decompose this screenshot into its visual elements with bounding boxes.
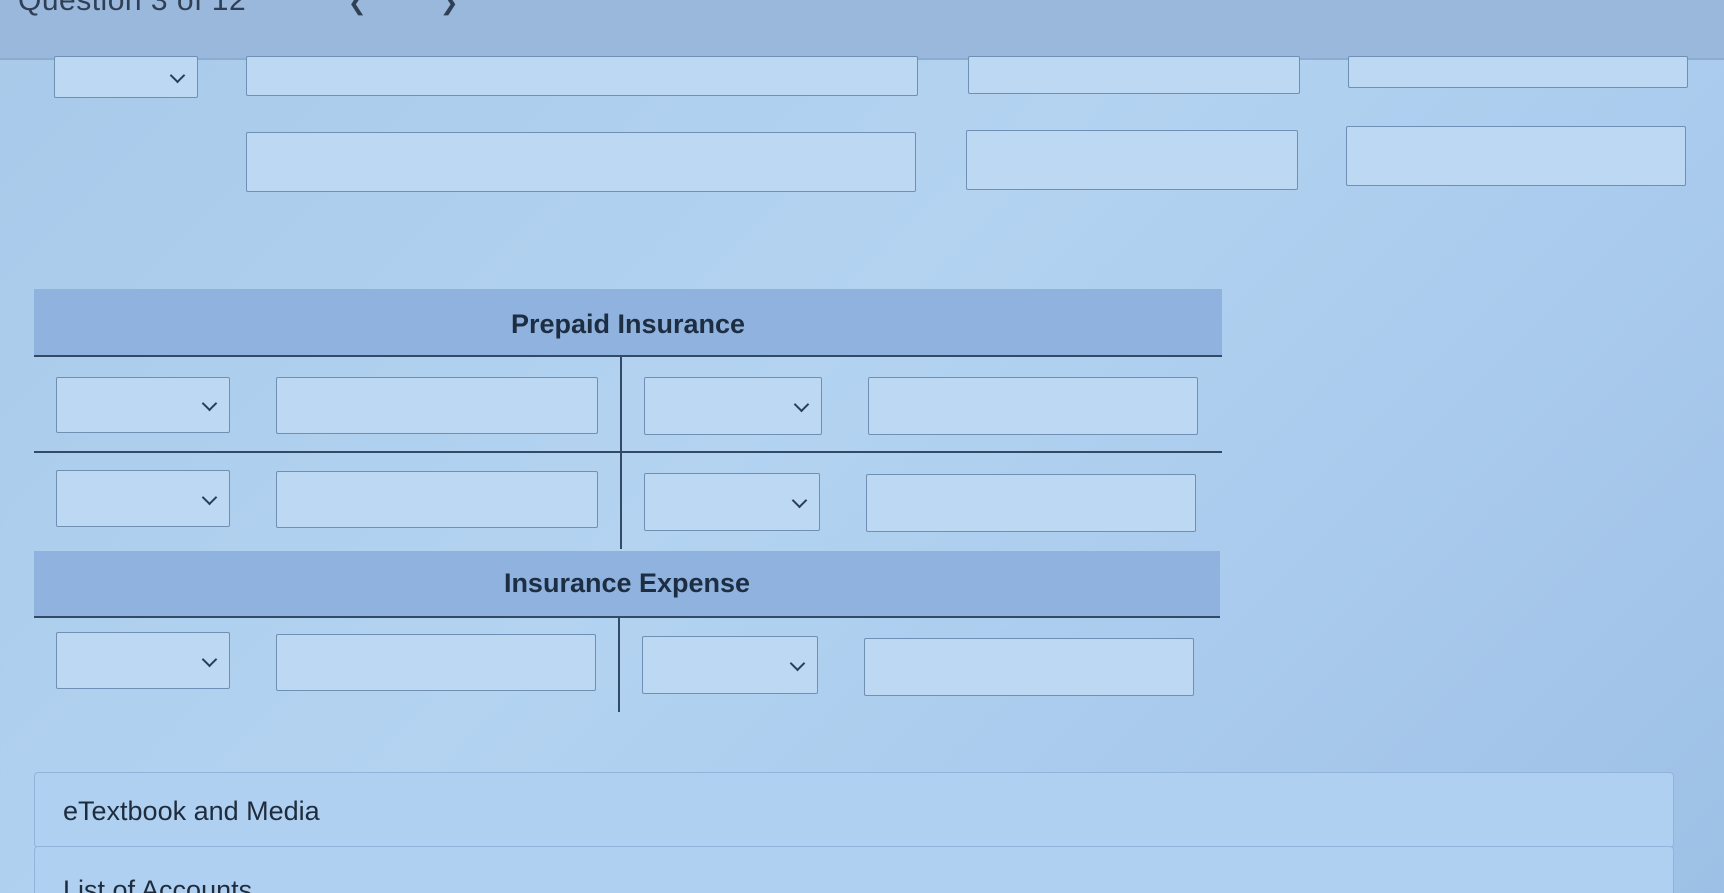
entry-account-select[interactable] [54,56,198,98]
debit-account-select[interactable] [56,377,230,433]
chevron-down-icon [201,395,218,412]
entry-debit-input[interactable] [968,56,1300,94]
etextbook-media-label: eTextbook and Media [63,796,320,826]
debit-amount-input[interactable] [276,377,598,434]
credit-account-select[interactable] [642,636,818,694]
chevron-left-icon[interactable]: ❮ [348,0,366,16]
t-account-title: Prepaid Insurance [34,289,1222,357]
entry-credit-input[interactable] [1346,126,1686,186]
credit-account-select[interactable] [644,473,820,531]
chevron-down-icon [201,651,218,667]
list-of-accounts-panel[interactable]: List of Accounts [34,846,1674,893]
t-account-divider [620,357,622,549]
question-counter: Question 3 of 12 [18,0,247,17]
entry-credit-input[interactable] [1348,56,1688,88]
t-account-row-rule [34,451,1222,453]
chevron-down-icon [789,655,806,672]
entry-debit-input[interactable] [966,130,1298,190]
entry-account-input[interactable] [246,132,916,192]
debit-account-select[interactable] [56,470,230,527]
etextbook-media-panel[interactable]: eTextbook and Media [34,772,1674,848]
chevron-right-icon[interactable]: ❯ [440,0,458,16]
credit-account-select[interactable] [644,377,822,435]
chevron-down-icon [169,67,186,84]
t-account-divider [618,618,620,712]
t-account-title: Insurance Expense [34,551,1220,618]
credit-amount-input[interactable] [864,638,1194,696]
credit-amount-input[interactable] [868,377,1198,435]
credit-amount-input[interactable] [866,474,1196,532]
question-header: Question 3 of 12 ❮ ❯ [0,0,1724,60]
debit-amount-input[interactable] [276,634,596,691]
debit-amount-input[interactable] [276,471,598,528]
chevron-down-icon [793,396,810,413]
chevron-down-icon [201,489,218,505]
list-of-accounts-label: List of Accounts [63,875,253,893]
chevron-down-icon [791,492,808,509]
debit-account-select[interactable] [56,632,230,689]
entry-account-input[interactable] [246,56,918,96]
